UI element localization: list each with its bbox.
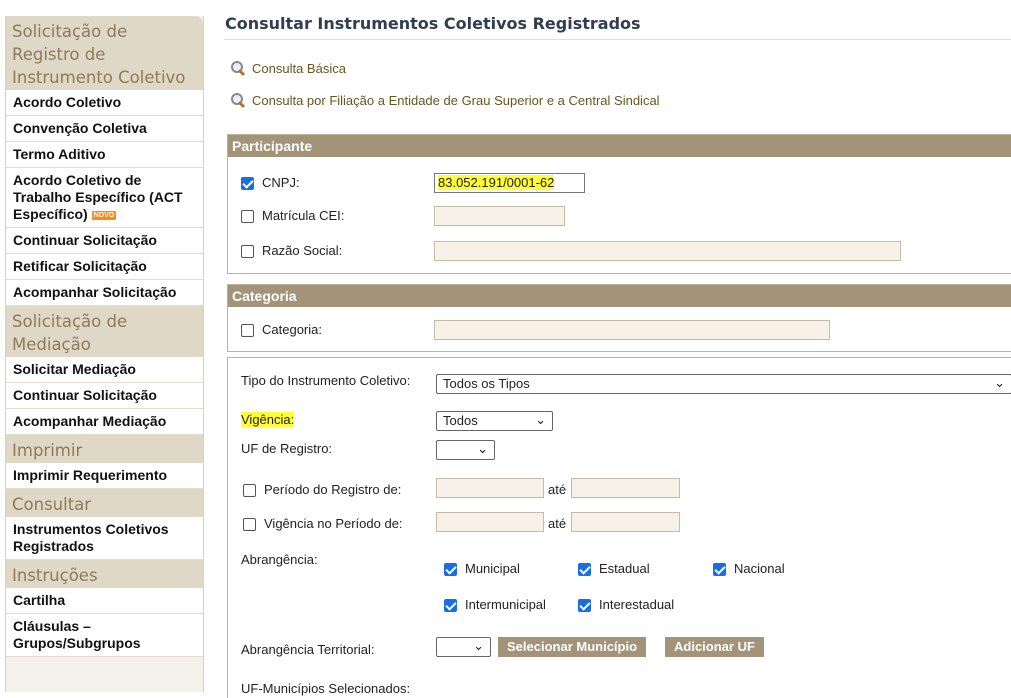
sidebar-item-continuar-solicitacao[interactable]: Continuar Solicitação [6, 228, 203, 254]
chevron-down-icon: ⌄ [473, 638, 484, 653]
novo-badge: NOVO [91, 211, 117, 220]
sidebar-item-retificar-solicitacao[interactable]: Retificar Solicitação [6, 254, 203, 280]
interestadual-checkbox[interactable] [578, 599, 591, 612]
section-instrucoes: Instruções [6, 560, 203, 588]
vigencia-periodo-ate-input[interactable] [571, 512, 680, 532]
uf-registro-select[interactable]: ⌄ [436, 440, 495, 460]
estadual-option: Estadual [578, 561, 650, 576]
razao-checkbox[interactable] [241, 245, 254, 258]
cei-checkbox[interactable] [241, 210, 254, 223]
nacional-option: Nacional [713, 561, 785, 576]
categoria-row: Categoria: [241, 322, 322, 337]
sidebar-item-acompanhar-mediacao[interactable]: Acompanhar Mediação [6, 409, 203, 435]
razao-row: Razão Social: [241, 243, 342, 258]
filtros-panel: Tipo do Instrumento Coletivo: Todos os T… [227, 357, 1011, 698]
estadual-checkbox[interactable] [578, 563, 591, 576]
vigencia-select[interactable]: Todos ⌄ [436, 411, 553, 431]
consulta-basica-label: Consulta Básica [252, 61, 346, 76]
municipal-label: Municipal [465, 561, 520, 576]
cnpj-checkbox[interactable] [241, 177, 254, 190]
municipal-option: Municipal [444, 561, 520, 576]
categoria-checkbox[interactable] [241, 324, 254, 337]
sidebar-item-act-especifico[interactable]: Acordo Coletivo de Trabalho Específico (… [6, 168, 203, 228]
ate-label-2: até [548, 516, 567, 531]
sidebar-item-acordo-coletivo[interactable]: Acordo Coletivo [6, 90, 203, 116]
categoria-input[interactable] [434, 320, 830, 340]
vigencia-label: Vigência: [241, 412, 295, 427]
periodo-registro-row: Período do Registro de: [243, 482, 401, 497]
periodo-registro-de-input[interactable] [436, 478, 544, 498]
cnpj-value: 83.052.191/0001-62 [438, 175, 555, 190]
tipo-instrumento-value: Todos os Tipos [443, 376, 530, 391]
sidebar-item-instrumentos-coletivos[interactable]: Instrumentos Coletivos Registrados [6, 517, 203, 560]
consulta-filiacao-link[interactable]: Consulta por Filiação a Entidade de Grau… [230, 93, 660, 109]
consulta-basica-link[interactable]: Consulta Básica [230, 61, 346, 77]
interestadual-option: Interestadual [578, 597, 674, 612]
intermunicipal-checkbox[interactable] [444, 599, 457, 612]
cnpj-input[interactable]: 83.052.191/0001-62 [434, 173, 585, 193]
razao-social-input[interactable] [434, 241, 901, 261]
sidebar-item-convencao-coletiva[interactable]: Convenção Coletiva [6, 116, 203, 142]
cei-input[interactable] [434, 206, 565, 226]
section-solicitacao-registro: Solicitação de Registro de Instrumento C… [6, 16, 203, 90]
sidebar-item-solicitar-mediacao[interactable]: Solicitar Mediação [6, 357, 203, 383]
cnpj-label: CNPJ: [262, 175, 300, 190]
main-content: Consultar Instrumentos Coletivos Registr… [224, 0, 1011, 698]
title-divider [224, 39, 1011, 40]
interestadual-label: Interestadual [599, 597, 675, 612]
periodo-registro-checkbox[interactable] [243, 484, 256, 497]
consulta-filiacao-label: Consulta por Filiação a Entidade de Grau… [252, 93, 660, 108]
estadual-label: Estadual [599, 561, 650, 576]
municipal-checkbox[interactable] [444, 563, 457, 576]
sidebar-item-clausulas[interactable]: Cláusulas – Grupos/Subgrupos [6, 614, 203, 657]
razao-label: Razão Social: [262, 243, 343, 258]
section-consultar: Consultar [6, 489, 203, 517]
sidebar-item-cartilha[interactable]: Cartilha [6, 588, 203, 614]
categoria-panel: Categoria Categoria: [227, 284, 1011, 352]
cei-label: Matrícula CEI: [262, 208, 345, 223]
chevron-down-icon: ⌄ [477, 441, 488, 456]
sidebar-item-continuar-solicitacao-mediacao[interactable]: Continuar Solicitação [6, 383, 203, 409]
tipo-label: Tipo do Instrumento Coletivo: [241, 373, 411, 388]
nacional-label: Nacional [734, 561, 785, 576]
chevron-down-icon: ⌄ [535, 412, 546, 427]
page-title: Consultar Instrumentos Coletivos Registr… [225, 14, 641, 33]
sidebar: Solicitação de Registro de Instrumento C… [5, 16, 204, 692]
ate-label-1: até [548, 482, 567, 497]
participante-panel: Participante CNPJ: 83.052.191/0001-62 Ma… [227, 134, 1011, 274]
sidebar-item-termo-aditivo[interactable]: Termo Aditivo [6, 142, 203, 168]
categoria-label: Categoria: [262, 322, 322, 337]
adicionar-uf-button[interactable]: Adicionar UF [665, 637, 764, 657]
participante-header: Participante [228, 135, 1011, 157]
intermunicipal-label: Intermunicipal [465, 597, 546, 612]
vigencia-periodo-de-input[interactable] [436, 512, 544, 532]
abrangencia-territorial-label: Abrangência Territorial: [241, 642, 375, 657]
periodo-registro-ate-input[interactable] [571, 478, 680, 498]
vigencia-periodo-checkbox[interactable] [243, 518, 256, 531]
abrangencia-label: Abrangência: [241, 552, 318, 567]
vigencia-periodo-row: Vigência no Período de: [243, 516, 403, 531]
cei-row: Matrícula CEI: [241, 208, 344, 223]
vigencia-label-row: Vigência: [241, 412, 295, 427]
section-imprimir: Imprimir [6, 435, 203, 463]
selecionar-municipio-button[interactable]: Selecionar Município [498, 637, 647, 657]
cnpj-row: CNPJ: [241, 175, 300, 190]
tipo-instrumento-select[interactable]: Todos os Tipos ⌄ [436, 374, 1011, 394]
sidebar-item-imprimir-requerimento[interactable]: Imprimir Requerimento [6, 463, 203, 489]
vigencia-periodo-label: Vigência no Período de: [264, 516, 403, 531]
sidebar-item-acompanhar-solicitacao[interactable]: Acompanhar Solicitação [6, 280, 203, 306]
chevron-down-icon: ⌄ [994, 375, 1005, 390]
uf-registro-label: UF de Registro: [241, 441, 333, 456]
magnifier-icon [230, 93, 246, 109]
nacional-checkbox[interactable] [713, 563, 726, 576]
uf-municipios-label: UF-Municípios Selecionados: [241, 681, 411, 696]
section-solicitacao-mediacao: Solicitação de Mediação [6, 306, 203, 357]
periodo-registro-label: Período do Registro de: [264, 482, 402, 497]
abrangencia-territorial-select[interactable]: ⌄ [436, 637, 491, 657]
categoria-header: Categoria [228, 285, 1011, 307]
intermunicipal-option: Intermunicipal [444, 597, 546, 612]
vigencia-value: Todos [443, 413, 478, 428]
magnifier-icon [230, 61, 246, 77]
